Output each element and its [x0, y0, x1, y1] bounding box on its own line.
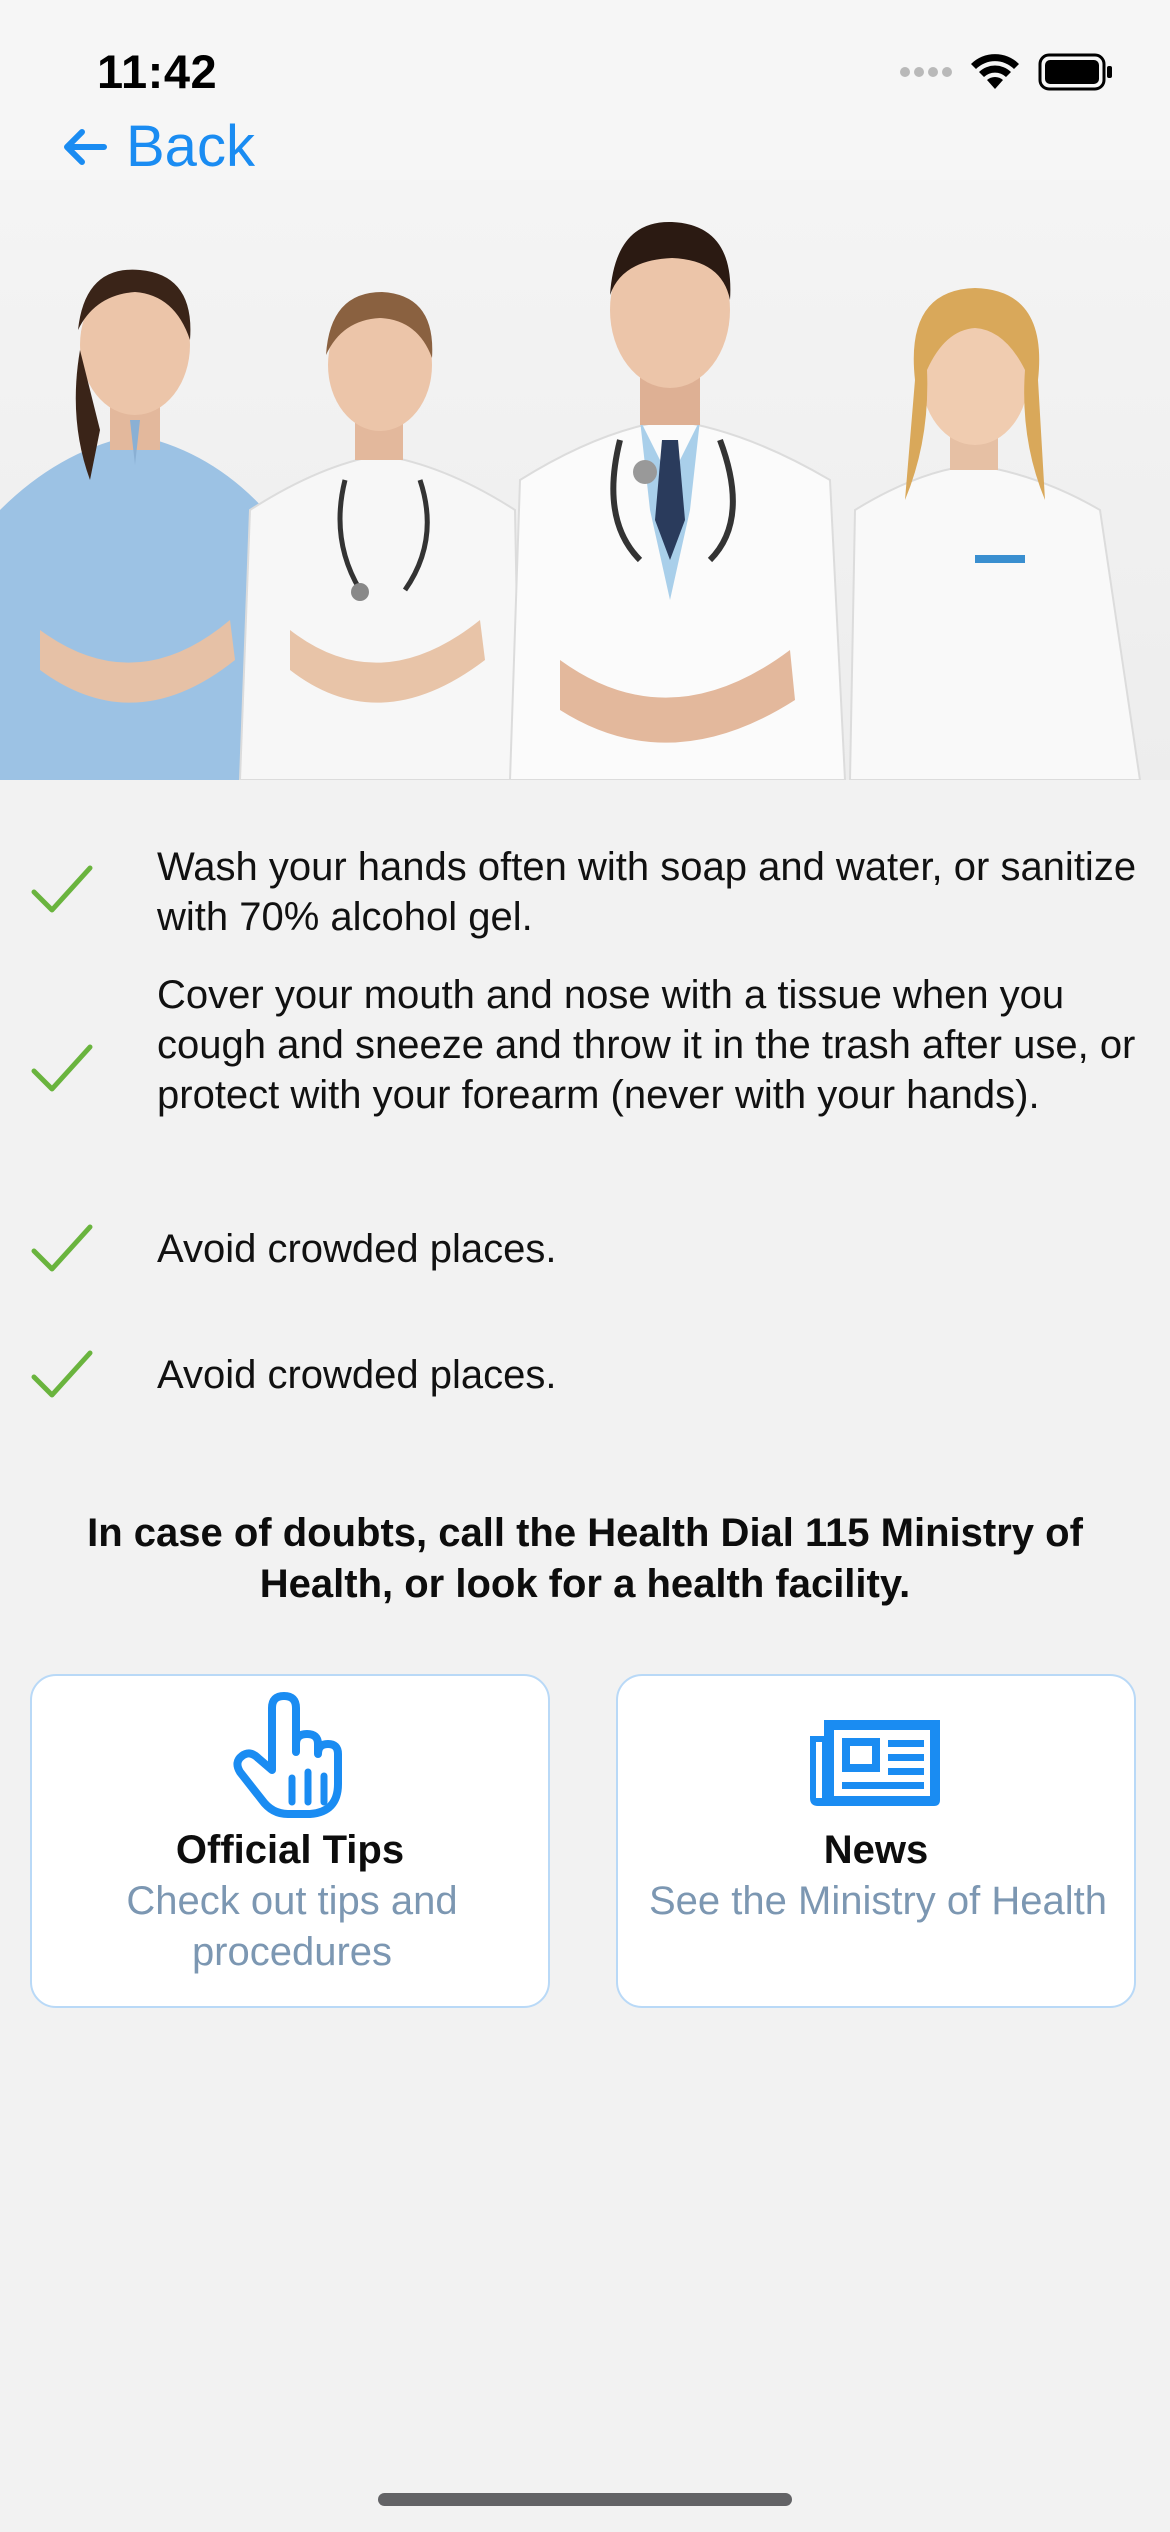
checkmark-icon — [31, 865, 93, 913]
medical-team-photo — [0, 180, 1170, 780]
person-1 — [0, 269, 275, 780]
official-tips-card[interactable]: Official Tips Check out tips and procedu… — [30, 1674, 550, 2008]
wifi-icon — [971, 54, 1019, 89]
status-time: 11:42 — [97, 45, 218, 98]
checkmark-icon — [31, 1350, 93, 1398]
newspaper-icon — [810, 1720, 940, 1806]
person-2 — [238, 292, 522, 780]
status-icons — [900, 52, 1114, 92]
health-notice: In case of doubts, call the Health Dial … — [87, 1511, 1083, 1606]
hand-pointer-icon — [233, 1692, 342, 1818]
person-4 — [848, 288, 1142, 780]
battery-icon — [1038, 53, 1112, 91]
back-label: Back — [126, 114, 255, 179]
tip-text: Avoid crowded places. — [157, 1353, 557, 1397]
checkmark-icon — [31, 1224, 93, 1272]
tip-text: Wash your hands often with soap and wate… — [157, 845, 1137, 939]
card-title: Official Tips — [175, 1828, 405, 1872]
card-subtitle: Check out tips and procedures — [126, 1879, 458, 1974]
home-indicator[interactable] — [378, 2493, 792, 2506]
card-subtitle: See the Ministry of Health — [649, 1879, 1107, 1923]
arrow-left-icon — [64, 129, 107, 165]
tip-text: Avoid crowded places. — [157, 1227, 557, 1271]
signal-icon — [900, 67, 952, 77]
checkmark-icon — [31, 1044, 93, 1092]
tip-text: Cover your mouth and nose with a tissue … — [157, 973, 1136, 1117]
person-3 — [508, 221, 847, 780]
card-title: News — [823, 1828, 929, 1872]
back-button[interactable]: Back — [62, 118, 255, 176]
news-card[interactable]: News See the Ministry of Health — [616, 1674, 1136, 2008]
